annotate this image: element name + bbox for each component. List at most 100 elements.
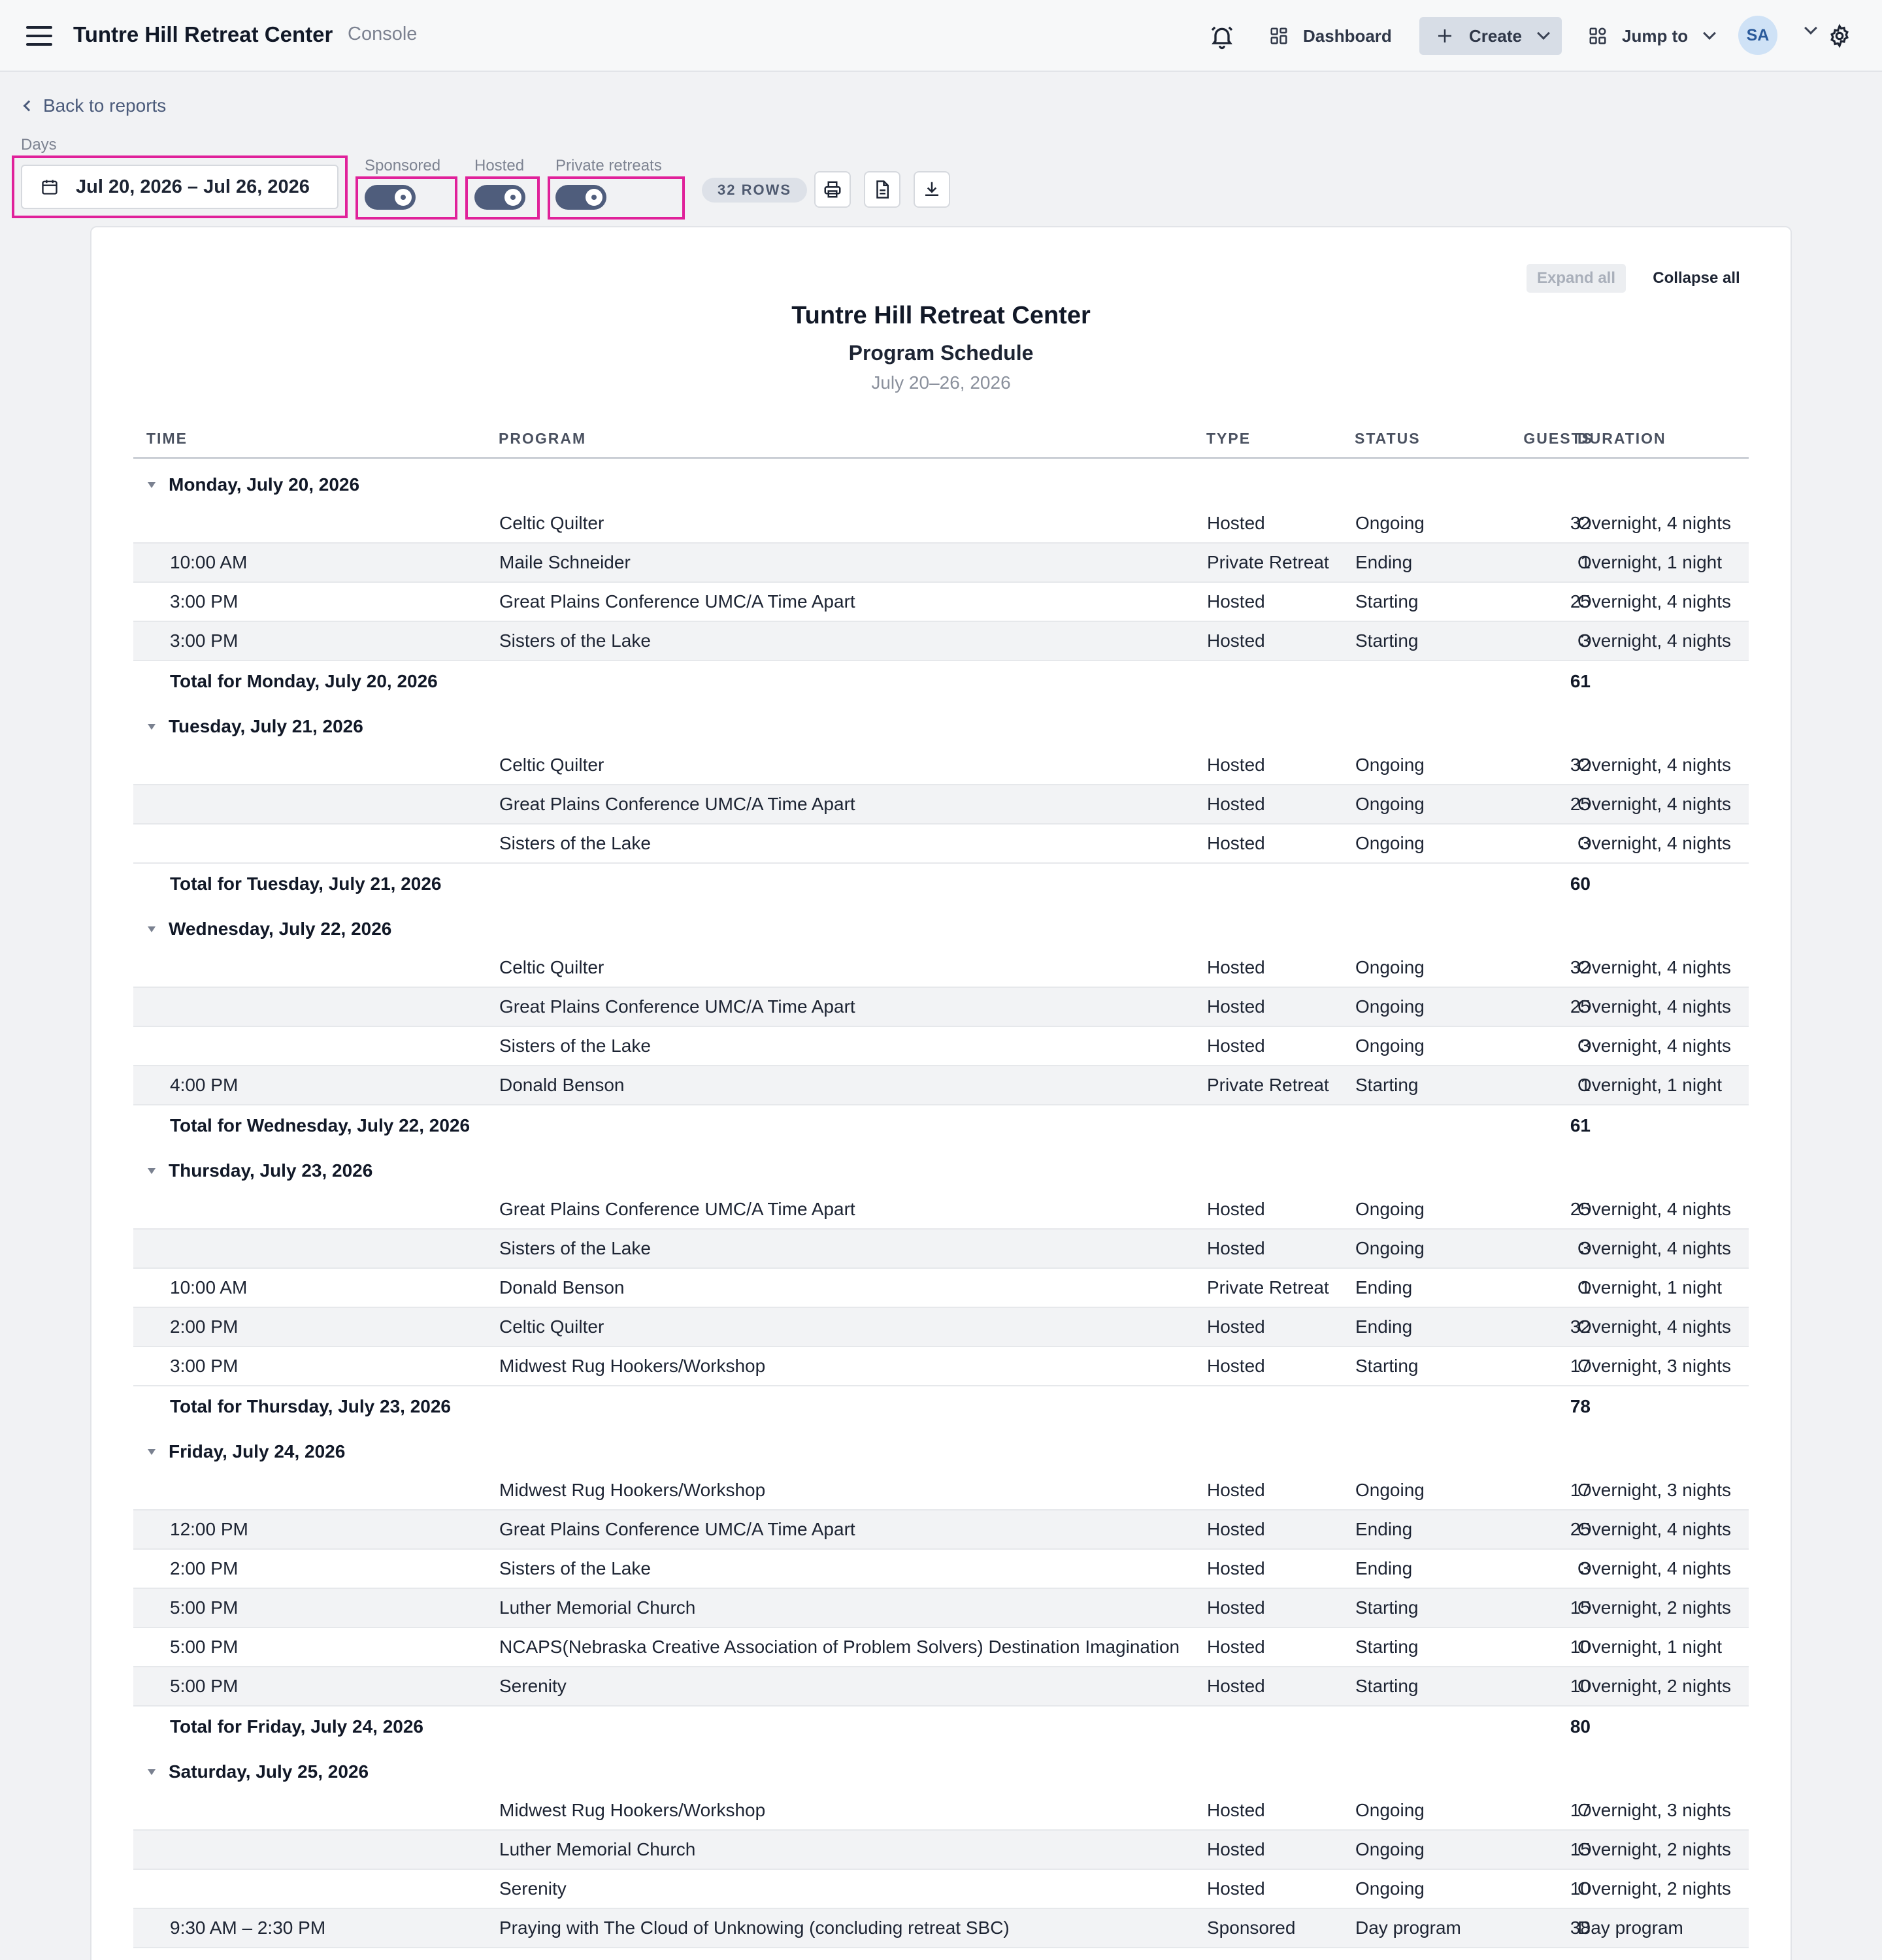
type-cell: Hosted (1207, 996, 1265, 1017)
private-retreats-label: Private retreats (555, 157, 662, 174)
status-cell: Starting (1355, 1356, 1419, 1376)
day-group-header[interactable]: Wednesday, July 22, 2026 (133, 909, 391, 949)
gear-icon[interactable] (1827, 24, 1852, 48)
program-cell: Serenity (499, 1676, 567, 1696)
app-title[interactable]: Tuntre Hill Retreat Center (73, 22, 333, 47)
program-cell: Luther Memorial Church (499, 1597, 696, 1618)
print-button[interactable] (814, 171, 851, 208)
day-group-header[interactable]: Tuesday, July 21, 2026 (133, 707, 363, 746)
avatar[interactable]: SA (1738, 16, 1777, 55)
guests-cell: 3 (1580, 1238, 1591, 1258)
guests-cell: 17 (1570, 1480, 1591, 1500)
top-bar: Tuntre Hill Retreat Center Console Dashb… (0, 0, 1882, 72)
download-icon (925, 182, 938, 196)
program-cell: Sisters of the Lake (499, 833, 651, 853)
duration-cell: Overnight, 1 night (1577, 1637, 1723, 1657)
sponsored-toggle[interactable] (365, 185, 416, 210)
status-cell: Ongoing (1355, 957, 1425, 977)
jump-to-button[interactable]: Jump to (1588, 17, 1717, 55)
caret-down-icon (148, 1769, 156, 1775)
day-group-label: Thursday, July 23, 2026 (169, 1160, 373, 1181)
guests-cell: 32 (1570, 957, 1591, 977)
day-total-row: Total for Tuesday, July 21, 2026 60 (133, 864, 1749, 904)
day-group-header[interactable]: Thursday, July 23, 2026 (133, 1151, 372, 1190)
hosted-toggle[interactable] (474, 185, 525, 210)
day-total-value: 60 (1570, 874, 1591, 894)
day-total-row: Total for Friday, July 24, 2026 80 (133, 1707, 1749, 1747)
collapse-all-button[interactable]: Collapse all (1638, 264, 1755, 293)
type-cell: Hosted (1207, 833, 1265, 853)
table-row: Great Plains Conference UMC/A Time Apart… (133, 988, 1749, 1027)
date-range-value: Jul 20, 2026 – Jul 26, 2026 (76, 176, 310, 197)
document-button[interactable] (864, 171, 900, 208)
private-retreats-toggle[interactable] (555, 185, 606, 210)
time-cell: 5:00 PM (170, 1676, 239, 1696)
download-button[interactable] (914, 171, 950, 208)
status-cell: Ongoing (1355, 794, 1425, 814)
status-cell: Ongoing (1355, 1036, 1425, 1056)
table-row: 10:00 AM Maile Schneider Private Retreat En… (133, 544, 1749, 583)
time-cell: 3:00 PM (170, 1356, 239, 1376)
guests-cell: 15 (1570, 1597, 1591, 1618)
duration-cell: Overnight, 4 nights (1577, 833, 1732, 853)
duration-cell: Overnight, 4 nights (1577, 1558, 1732, 1578)
type-cell: Hosted (1207, 1199, 1265, 1219)
table-row: 3:00 PM Midwest Rug Hookers/Workshop Hoste… (133, 1347, 1749, 1386)
program-cell: Serenity (499, 1878, 567, 1899)
caret-down-icon (148, 926, 156, 932)
program-cell: Midwest Rug Hookers/Workshop (499, 1356, 766, 1376)
column-header-duration: DURATION (1577, 430, 1666, 447)
day-group-label: Monday, July 20, 2026 (169, 474, 360, 495)
guests-cell: 32 (1570, 755, 1591, 775)
duration-cell: Overnight, 3 nights (1577, 1480, 1732, 1500)
status-cell: Starting (1355, 591, 1419, 612)
day-group-header[interactable]: Saturday, July 25, 2026 (133, 1752, 369, 1791)
table-header: TIME PROGRAM TYPE STATUS GUESTS DURATION (133, 425, 1749, 459)
day-group-label: Tuesday, July 21, 2026 (169, 716, 363, 736)
type-cell: Hosted (1207, 1480, 1265, 1500)
chevron-left-icon (23, 100, 35, 112)
table-row: Sisters of the Lake Hosted Ongoing 3 Overnig… (133, 1230, 1749, 1269)
type-cell: Hosted (1207, 1238, 1265, 1258)
table-row: Midwest Rug Hookers/Workshop Hosted Ongoin… (133, 1471, 1749, 1511)
back-to-reports-link[interactable]: Back to reports (23, 95, 166, 116)
type-cell: Hosted (1207, 957, 1265, 977)
table-row: 4:00 PM Donald Benson Private Retreat Start… (133, 1066, 1749, 1105)
program-cell: Luther Memorial Church (499, 1839, 696, 1859)
time-cell: 4:00 PM (170, 1075, 239, 1095)
dashboard-button[interactable]: Dashboard (1269, 17, 1392, 55)
time-cell: 2:00 PM (170, 1558, 239, 1578)
plus-icon (1438, 29, 1451, 42)
day-group-header[interactable]: Friday, July 24, 2026 (133, 1432, 345, 1471)
day-total-row: Total for Thursday, July 23, 2026 78 (133, 1386, 1749, 1427)
menu-icon[interactable] (26, 26, 52, 46)
table-row: Celtic Quilter Hosted Ongoing 32 Overnight, … (133, 504, 1749, 544)
duration-cell: Overnight, 4 nights (1577, 591, 1732, 612)
day-total-row: Total for Monday, July 20, 2026 61 (133, 661, 1749, 702)
guests-cell: 1 (1580, 1075, 1591, 1095)
bell-alarm-icon[interactable] (1209, 24, 1235, 50)
guests-cell: 3 (1580, 833, 1591, 853)
type-cell: Private Retreat (1207, 1277, 1329, 1298)
chevron-down-icon[interactable] (1804, 22, 1817, 35)
duration-cell: Overnight, 4 nights (1577, 1036, 1732, 1056)
time-cell: 2:00 PM (170, 1316, 239, 1337)
status-cell: Ongoing (1355, 513, 1425, 533)
day-group-header[interactable]: Monday, July 20, 2026 (133, 465, 359, 504)
day-total-label: Total for Monday, July 20, 2026 (170, 671, 438, 691)
program-cell: Donald Benson (499, 1075, 625, 1095)
day-total-label: Total for Tuesday, July 21, 2026 (170, 874, 442, 894)
create-button[interactable]: Create (1419, 17, 1562, 55)
table-row: 12:00 PM Great Plains Conference UMC/A Ti… (133, 1511, 1749, 1550)
program-cell: Sisters of the Lake (499, 1238, 651, 1258)
day-total-label: Total for Wednesday, July 22, 2026 (170, 1115, 470, 1135)
duration-cell: Overnight, 1 night (1577, 1075, 1723, 1095)
time-cell: 3:00 PM (170, 630, 239, 651)
type-cell: Hosted (1207, 1637, 1265, 1657)
status-cell: Ongoing (1355, 1839, 1425, 1859)
expand-all-button[interactable]: Expand all (1527, 264, 1626, 293)
day-total-label: Total for Thursday, July 23, 2026 (170, 1396, 451, 1416)
date-range-input[interactable]: Jul 20, 2026 – Jul 26, 2026 (21, 165, 338, 209)
guests-cell: 32 (1570, 1316, 1591, 1337)
status-cell: Ending (1355, 552, 1413, 572)
